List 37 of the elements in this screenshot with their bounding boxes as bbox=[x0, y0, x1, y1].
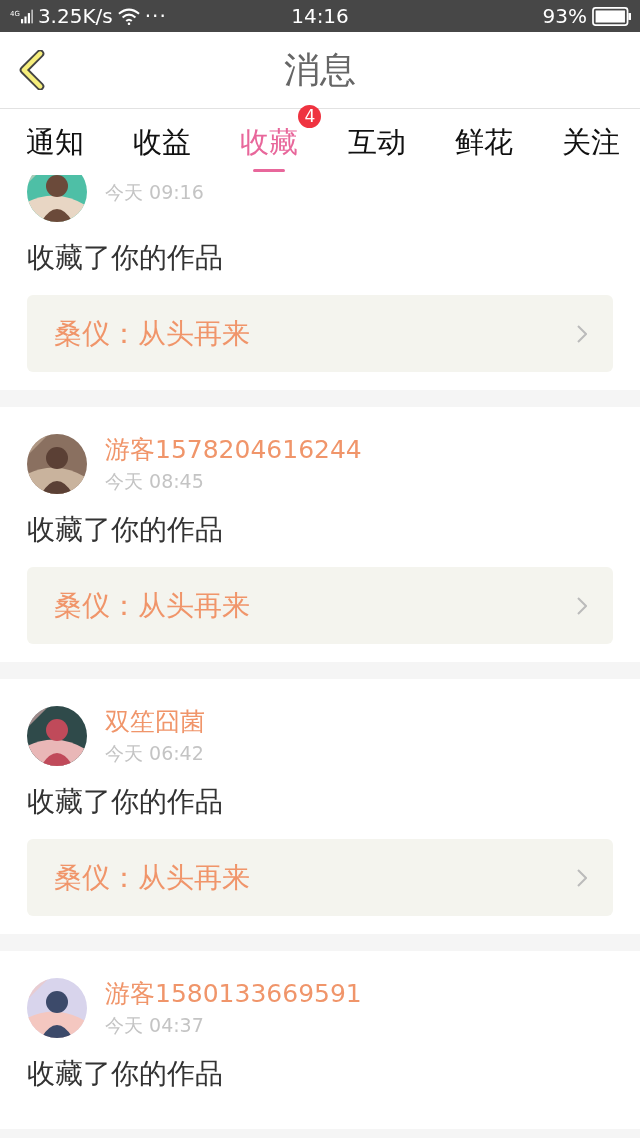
work-link[interactable]: 桑仪：从头再来 bbox=[27, 567, 613, 644]
user-name[interactable]: 双笙囧菌 bbox=[105, 707, 205, 737]
tab[interactable]: 关注 bbox=[561, 109, 620, 175]
back-icon[interactable] bbox=[18, 50, 46, 90]
tab[interactable]: 收藏 bbox=[240, 109, 299, 175]
tab[interactable]: 收益 bbox=[133, 109, 192, 175]
work-link[interactable]: 桑仪：从头再来 bbox=[27, 839, 613, 916]
wifi-icon bbox=[117, 7, 140, 25]
user-name[interactable]: 游客1578204616244 bbox=[105, 435, 362, 465]
message-text: 收藏了你的作品 bbox=[27, 512, 224, 548]
tab[interactable]: 互动 bbox=[347, 109, 406, 175]
work-title: 桑仪：从头再来 bbox=[54, 587, 250, 624]
selected-indicator bbox=[253, 169, 286, 172]
work-title: 桑仪：从头再来 bbox=[54, 859, 250, 896]
work-link[interactable]: 桑仪：从头再来 bbox=[27, 295, 613, 372]
message-text: 收藏了你的作品 bbox=[27, 1056, 224, 1092]
page-title: 消息 bbox=[284, 47, 356, 92]
count-badge: 4 bbox=[298, 105, 322, 128]
user-name[interactable]: 游客1580133669591 bbox=[105, 979, 362, 1009]
timestamp: 今天 09:16 bbox=[105, 180, 204, 204]
work-title: 桑仪：从头再来 bbox=[54, 315, 250, 352]
tab[interactable]: 鲜花 bbox=[454, 109, 513, 175]
network-speed: 3.25K/s bbox=[37, 6, 113, 26]
chevron-icon bbox=[577, 324, 587, 343]
battery-percent: 93% bbox=[542, 6, 587, 26]
more-indicator: ··· bbox=[144, 6, 167, 26]
timestamp: 今天 04:37 bbox=[105, 1013, 205, 1037]
message-text: 收藏了你的作品 bbox=[27, 784, 224, 820]
battery-icon bbox=[592, 6, 632, 26]
chevron-icon bbox=[577, 868, 587, 887]
chevron-icon bbox=[577, 596, 587, 615]
message-text: 收藏了你的作品 bbox=[27, 240, 224, 276]
signal-icon bbox=[20, 8, 33, 24]
clock: 14:16 bbox=[291, 6, 349, 26]
timestamp: 今天 08:45 bbox=[105, 469, 205, 493]
timestamp: 今天 06:42 bbox=[105, 741, 205, 765]
tab[interactable]: 通知 bbox=[26, 109, 84, 175]
